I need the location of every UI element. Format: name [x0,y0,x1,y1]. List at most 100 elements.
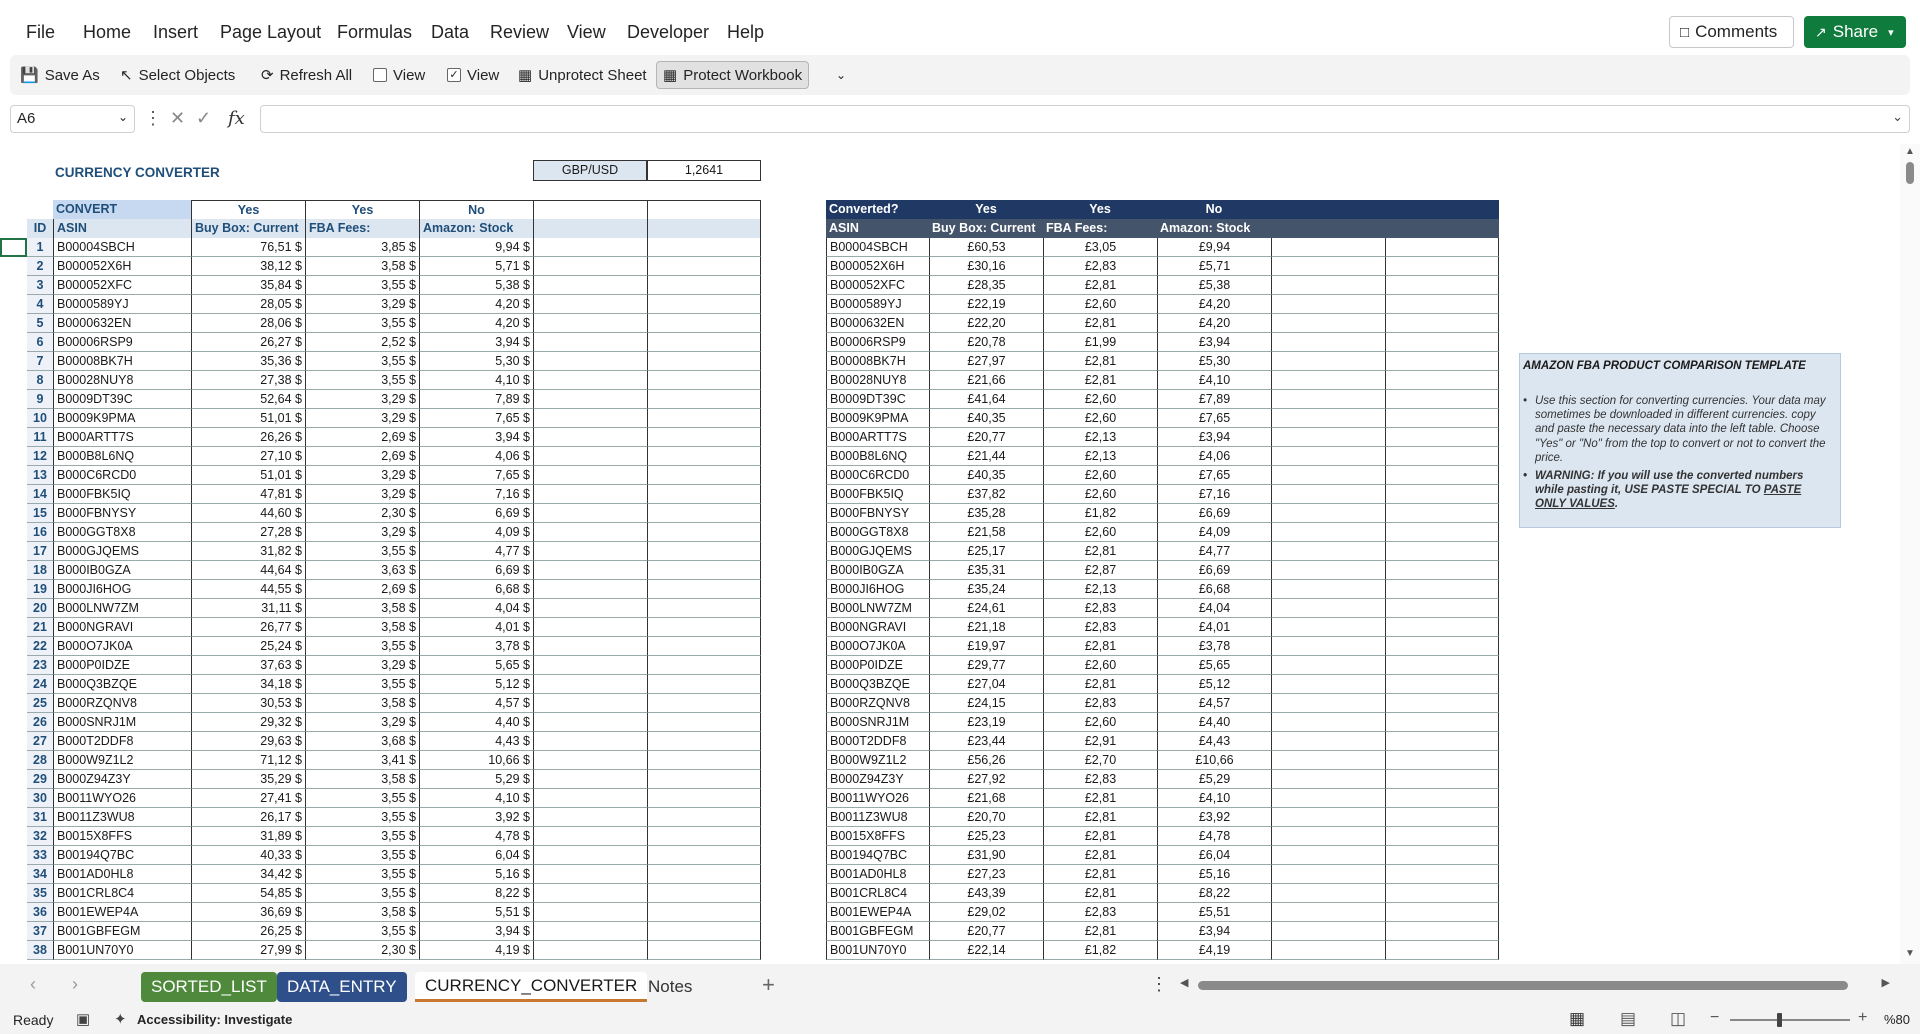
left-empty-cell[interactable] [647,447,761,466]
left-empty-cell[interactable] [647,428,761,447]
right-asin-cell[interactable]: B0011Z3WU8 [826,808,929,827]
left-asin-cell[interactable]: B00006RSP9 [53,333,191,352]
left-asin-cell[interactable]: B000B8L6NQ [53,447,191,466]
left-empty-cell[interactable] [647,409,761,428]
right-fba-fee-cell[interactable]: £2,83 [1043,903,1157,922]
right-buybox-cell[interactable]: £27,97 [929,352,1043,371]
left-empty-cell[interactable] [647,295,761,314]
right-fba-fee-cell[interactable]: £2,81 [1043,314,1157,333]
right-buybox-cell[interactable]: £21,68 [929,789,1043,808]
right-empty-cell[interactable] [1271,694,1385,713]
left-empty-cell[interactable] [533,732,647,751]
right-empty-cell[interactable] [1271,276,1385,295]
right-buybox-cell[interactable]: £21,18 [929,618,1043,637]
right-asin-cell[interactable]: B0000632EN [826,314,929,333]
left-asin-cell[interactable]: B0000589YJ [53,295,191,314]
right-empty-cell[interactable] [1271,257,1385,276]
right-stock-cell[interactable]: £4,04 [1157,599,1271,618]
left-buybox-cell[interactable]: 54,85 $ [191,884,305,903]
right-buybox-cell[interactable]: £27,92 [929,770,1043,789]
menu-formulas[interactable]: Formulas [337,22,412,43]
right-empty-cell[interactable] [1385,846,1499,865]
right-empty-cell[interactable] [1385,884,1499,903]
left-asin-cell[interactable]: B000T2DDF8 [53,732,191,751]
right-asin-cell[interactable]: B00028NUY8 [826,371,929,390]
left-asin-cell[interactable]: B0011WYO26 [53,789,191,808]
left-empty-cell[interactable] [533,580,647,599]
left-buybox-cell[interactable]: 27,99 $ [191,941,305,960]
left-asin-cell[interactable]: B000NGRAVI [53,618,191,637]
right-buybox-cell[interactable]: £25,23 [929,827,1043,846]
left-fba-fee-cell[interactable]: 3,55 $ [305,789,419,808]
right-asin-cell[interactable]: B001AD0HL8 [826,865,929,884]
left-empty-cell[interactable] [533,675,647,694]
left-empty-cell[interactable] [533,808,647,827]
right-asin-cell[interactable]: B00006RSP9 [826,333,929,352]
right-stock-cell[interactable]: £7,65 [1157,466,1271,485]
left-empty-cell[interactable] [533,295,647,314]
left-stock-cell[interactable]: 4,19 $ [419,941,533,960]
right-stock-cell[interactable]: £10,66 [1157,751,1271,770]
left-empty-cell[interactable] [533,846,647,865]
right-fba-fee-cell[interactable]: £2,87 [1043,561,1157,580]
right-asin-cell[interactable]: B000NGRAVI [826,618,929,637]
right-buybox-cell[interactable]: £43,39 [929,884,1043,903]
left-fba-fee-cell[interactable]: 3,55 $ [305,922,419,941]
left-buybox-cell[interactable]: 26,26 $ [191,428,305,447]
left-buybox-cell[interactable]: 44,55 $ [191,580,305,599]
right-empty-cell[interactable] [1271,409,1385,428]
right-buybox-cell[interactable]: £37,82 [929,485,1043,504]
right-buybox-cell[interactable]: £22,14 [929,941,1043,960]
left-stock-cell[interactable]: 6,04 $ [419,846,533,865]
right-buybox-cell[interactable]: £20,77 [929,922,1043,941]
right-buybox-cell[interactable]: £31,90 [929,846,1043,865]
left-fba-fee-cell[interactable]: 3,55 $ [305,827,419,846]
right-empty-cell[interactable] [1385,523,1499,542]
right-buybox-cell[interactable]: £22,20 [929,314,1043,333]
left-stock-cell[interactable]: 7,65 $ [419,466,533,485]
left-empty-cell[interactable] [533,561,647,580]
right-empty-cell[interactable] [1271,352,1385,371]
left-stock-cell[interactable]: 8,22 $ [419,884,533,903]
right-stock-cell[interactable]: £5,29 [1157,770,1271,789]
scroll-down-icon[interactable]: ▼ [1905,948,1915,959]
left-stock-cell[interactable]: 7,16 $ [419,485,533,504]
right-empty-cell[interactable] [1385,371,1499,390]
left-stock-cell[interactable]: 3,94 $ [419,333,533,352]
left-empty-cell[interactable] [647,941,761,960]
right-empty-cell[interactable] [1271,770,1385,789]
left-buybox-cell[interactable]: 51,01 $ [191,466,305,485]
toolbar-overflow-button[interactable]: ⌄ [830,61,852,89]
left-empty-cell[interactable] [533,485,647,504]
insert-function-icon[interactable]: fx [228,108,245,129]
right-stock-cell[interactable]: £5,51 [1157,903,1271,922]
left-asin-cell[interactable]: B000052XFC [53,276,191,295]
left-fba-fee-cell[interactable]: 3,29 $ [305,485,419,504]
right-empty-cell[interactable] [1385,713,1499,732]
left-fba-fee-cell[interactable]: 3,29 $ [305,409,419,428]
right-empty-cell[interactable] [1385,656,1499,675]
right-empty-cell[interactable] [1385,789,1499,808]
left-asin-cell[interactable]: B000FBK5IQ [53,485,191,504]
left-buybox-cell[interactable]: 27,28 $ [191,523,305,542]
right-empty-cell[interactable] [1385,276,1499,295]
right-stock-cell[interactable]: £3,94 [1157,333,1271,352]
left-fba-fee-cell[interactable]: 3,55 $ [305,865,419,884]
right-asin-cell[interactable]: B000C6RCD0 [826,466,929,485]
chevron-down-icon[interactable]: ▾ [1888,26,1894,39]
left-empty-cell[interactable] [533,466,647,485]
right-buybox-cell[interactable]: £20,78 [929,333,1043,352]
right-asin-cell[interactable]: B000052X6H [826,257,929,276]
left-empty-cell[interactable] [533,428,647,447]
left-asin-cell[interactable]: B0011Z3WU8 [53,808,191,827]
right-empty-cell[interactable] [1271,827,1385,846]
right-stock-cell[interactable]: £4,06 [1157,447,1271,466]
right-fba-fee-cell[interactable]: £2,70 [1043,751,1157,770]
right-asin-cell[interactable]: B0015X8FFS [826,827,929,846]
right-empty-cell[interactable] [1385,770,1499,789]
left-buybox-cell[interactable]: 29,63 $ [191,732,305,751]
right-asin-cell[interactable]: B000JI6HOG [826,580,929,599]
left-empty-cell[interactable] [533,276,647,295]
left-buybox-cell[interactable]: 40,33 $ [191,846,305,865]
zoom-slider-thumb[interactable] [1777,1013,1782,1027]
